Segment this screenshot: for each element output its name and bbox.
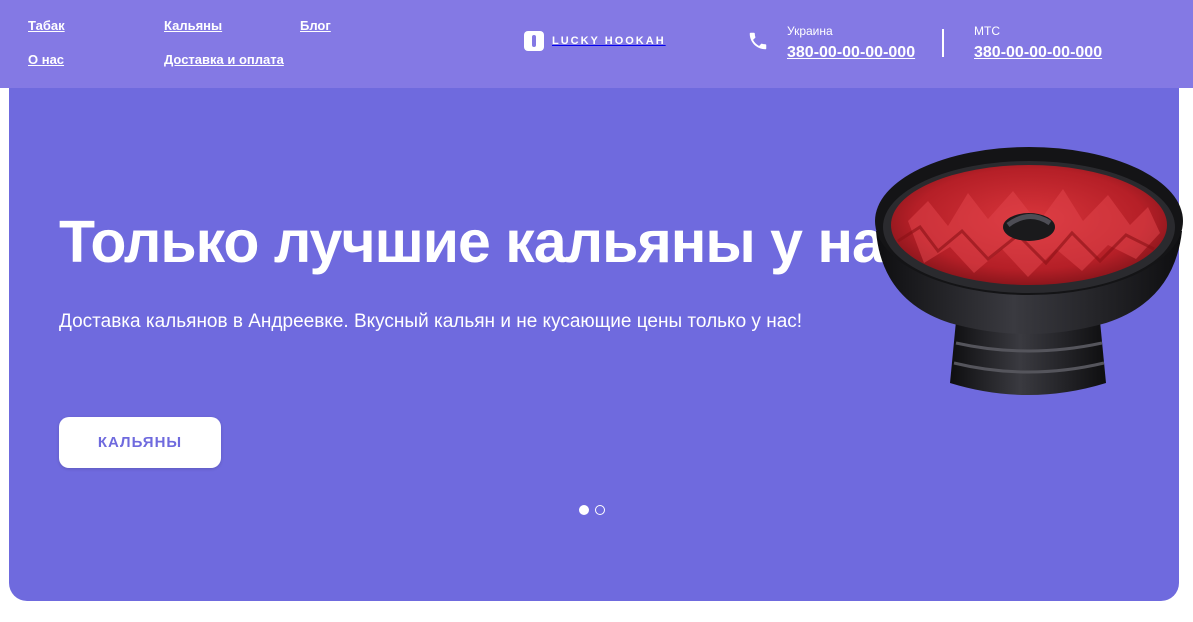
hookah-logo-icon [524, 31, 544, 51]
nav-link-delivery[interactable]: Доставка и оплата [164, 52, 284, 67]
hookahs-button[interactable]: КАЛЬЯНЫ [59, 417, 221, 468]
slider-dot-1[interactable] [579, 505, 589, 515]
logo[interactable]: LUCKY HOOKAH [524, 31, 666, 51]
nav-link-hookahs[interactable]: Кальяны [164, 18, 222, 33]
nav-link-tobacco[interactable]: Табак [28, 18, 65, 33]
contact-number-ukraine[interactable]: 380-00-00-00-000 [787, 44, 915, 62]
hookah-bowl-image [875, 147, 1183, 395]
slider-dots [579, 505, 605, 515]
contact-label-ukraine: Украина [787, 24, 833, 38]
hero-title: Только лучшие кальяны у нас [59, 209, 917, 275]
nav-link-about[interactable]: О нас [28, 52, 64, 67]
contacts-divider [942, 29, 944, 57]
nav-link-blog[interactable]: Блог [300, 18, 331, 33]
slider-dot-2[interactable] [595, 505, 605, 515]
logo-text: LUCKY HOOKAH [552, 35, 666, 47]
contact-number-mts[interactable]: 380-00-00-00-000 [974, 44, 1102, 62]
site-header: Табак Кальяны Блог О нас Доставка и опла… [0, 0, 1193, 88]
phone-icon [749, 32, 767, 50]
hero-subtitle: Доставка кальянов в Андреевке. Вкусный к… [59, 311, 803, 332]
contact-label-mts: МТС [974, 24, 1000, 38]
